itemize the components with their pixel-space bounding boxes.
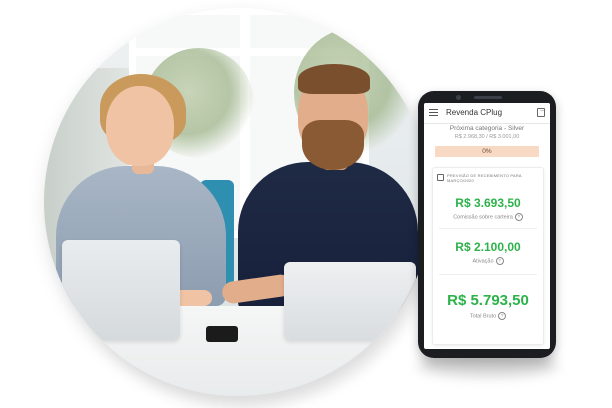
progress-label: 0% <box>482 147 492 155</box>
app-title: Revenda CPlug <box>446 108 503 117</box>
total-gross-value: R$ 5.793,50 <box>447 292 529 309</box>
earnings-forecast-card: PREVISÃO DE RECEBIMENTO PARA MARÇO/2020 … <box>432 167 544 345</box>
caption-text: Comissão sobre carteira <box>453 214 513 221</box>
category-range: R$ 2.968,30 / R$ 3.001,00 <box>454 134 520 140</box>
activation-value: R$ 2.100,00 <box>455 240 521 254</box>
help-circle-icon[interactable]: ? <box>498 312 507 320</box>
laptop <box>62 240 180 340</box>
caption-text: Ativação <box>472 258 494 265</box>
next-category-label: Próxima categoria - Silver <box>449 125 525 132</box>
laptop <box>284 262 416 340</box>
app-screen: Revenda CPlug Próxima categoria - Silver… <box>424 103 550 349</box>
phone-on-table <box>206 326 238 342</box>
help-circle-icon[interactable]: ? <box>514 213 523 221</box>
commission-caption: Comissão sobre carteira? <box>433 213 543 221</box>
activation-caption: Ativação? <box>433 257 543 265</box>
category-progress-bar: 0% <box>435 146 539 157</box>
hero-photo <box>44 8 432 396</box>
camera-icon <box>456 95 461 100</box>
hamburger-menu-icon[interactable] <box>429 109 438 116</box>
woman-face <box>106 86 174 166</box>
caption-text: Total Bruto <box>469 313 497 320</box>
card-heading: PREVISÃO DE RECEBIMENTO PARA MARÇO/2020 <box>447 173 522 183</box>
help-circle-icon[interactable]: ? <box>495 257 504 265</box>
divider <box>439 228 537 229</box>
app-header: Revenda CPlug <box>424 103 550 124</box>
commission-value: R$ 3.693,50 <box>455 196 521 210</box>
calendar-icon <box>437 174 444 181</box>
smartphone-mockup: Revenda CPlug Próxima categoria - Silver… <box>418 91 556 358</box>
man-beard <box>302 120 364 170</box>
divider <box>439 274 537 275</box>
logout-icon[interactable] <box>537 105 547 117</box>
man-hair <box>298 64 370 94</box>
total-gross-caption: Total Bruto? <box>433 312 543 320</box>
speaker-grille <box>474 96 502 99</box>
